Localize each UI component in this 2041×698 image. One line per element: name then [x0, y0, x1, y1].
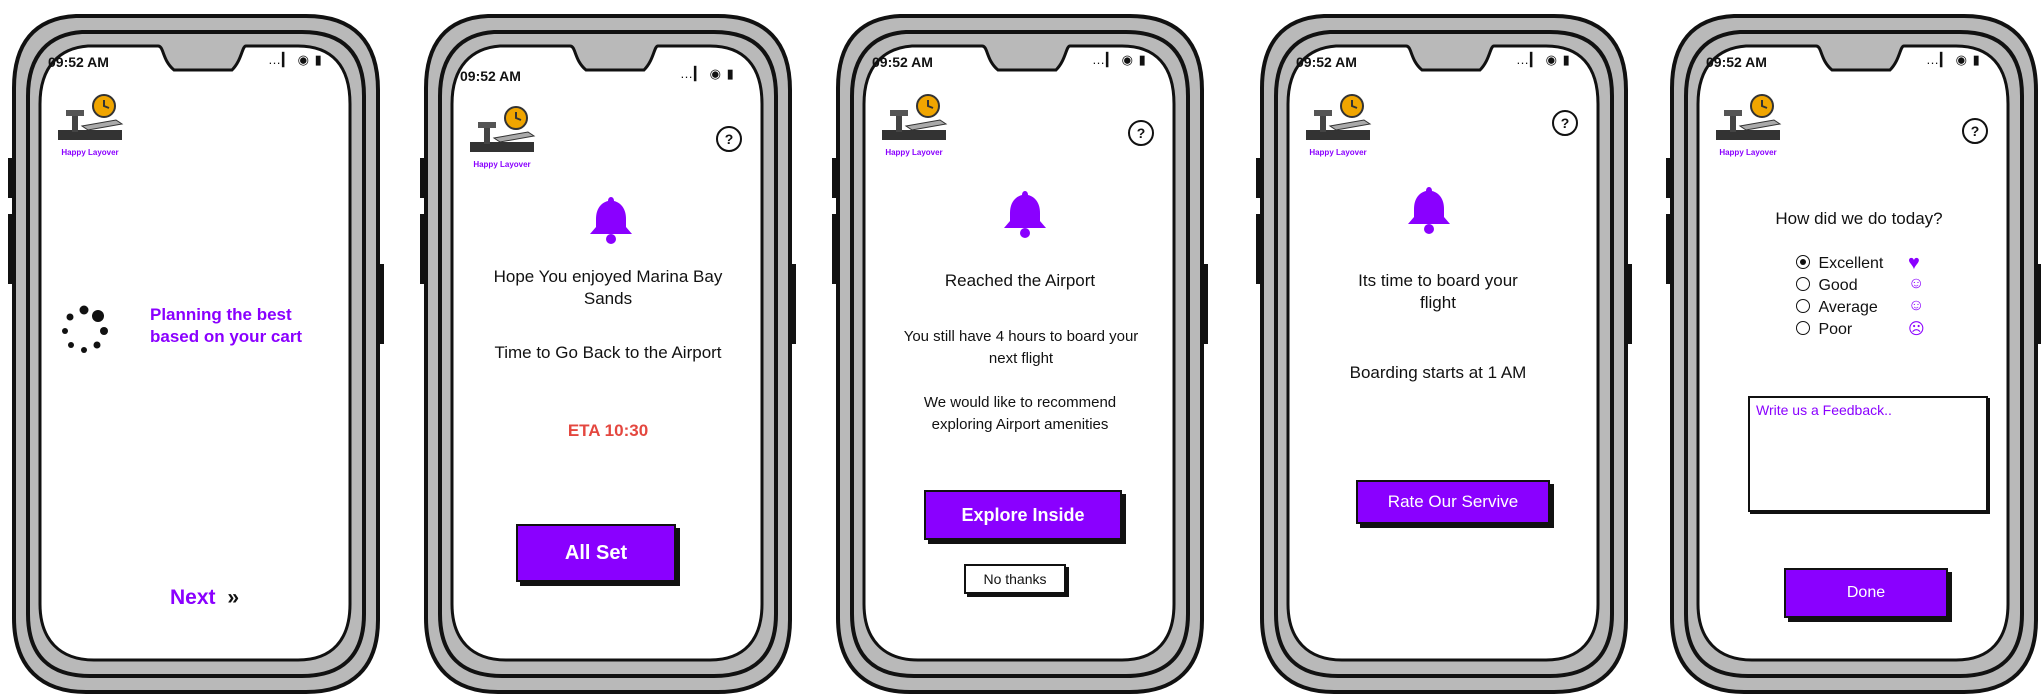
planning-text: Planning the best based on your cart [150, 305, 303, 346]
airport-logo-icon [1716, 94, 1782, 140]
message-line-2: Time to Go Back to the Airport [494, 343, 722, 362]
feedback-textarea[interactable]: Write us a Feedback.. [1748, 396, 1988, 512]
smile-icon: ☺ [1908, 275, 1925, 292]
status-icons: …▎ ◉ ▮ [1092, 52, 1147, 67]
no-thanks-button[interactable]: No thanks [964, 564, 1066, 594]
logo-text: Happy Layover [1719, 148, 1777, 157]
help-icon[interactable]: ? [1552, 110, 1578, 136]
eta-text: ETA 10:30 [567, 421, 649, 440]
phone-3: 09:52 AM …▎ ◉ ▮ Happy Layover ? Reached … [830, 8, 1210, 696]
airport-logo-icon [58, 94, 124, 140]
rating-option-label: Good [1818, 277, 1858, 294]
radio-icon[interactable] [1796, 277, 1810, 291]
app-logo: Happy Layover [52, 92, 128, 162]
message-line-2: Boarding starts at 1 AM [1349, 363, 1527, 382]
feedback-placeholder: Write us a Feedback.. [1756, 402, 1892, 418]
status-time: 09:52 AM [1296, 54, 1357, 70]
app-logo: Happy Layover [876, 92, 952, 162]
bell-icon [1002, 188, 1048, 238]
status-icons: …▎ ◉ ▮ [268, 52, 323, 67]
message-line-1: Reached the Airport [944, 271, 1096, 290]
double-chevron-right-icon: » [227, 586, 240, 609]
rating-option-poor[interactable]: Poor ☹ [1796, 320, 1956, 342]
bell-icon [1406, 184, 1452, 234]
status-time: 09:52 AM [460, 68, 521, 84]
done-button[interactable]: Done [1784, 568, 1948, 618]
sad-face-icon: ☹ [1908, 321, 1925, 338]
status-icons: …▎ ◉ ▮ [1926, 52, 1981, 67]
help-icon[interactable]: ? [716, 126, 742, 152]
message-line-2: You still have 4 hours to board your nex… [903, 328, 1139, 367]
all-set-button[interactable]: All Set [516, 524, 676, 582]
neutral-face-icon: ☺ [1908, 297, 1925, 314]
message-line-3: We would like to recommend exploring Air… [923, 394, 1117, 433]
phone-2: 09:52 AM …▎ ◉ ▮ Happy Layover ? Hope You… [418, 8, 798, 696]
explore-inside-button[interactable]: Explore Inside [924, 490, 1122, 540]
heart-icon: ♥ [1908, 252, 1920, 274]
phone-1: 09:52 AM …▎ ◉ ▮ Happy Layover Planning t… [6, 8, 386, 696]
rating-option-label: Excellent [1818, 255, 1884, 272]
rate-service-button[interactable]: Rate Our Servive [1356, 480, 1550, 524]
radio-icon[interactable] [1796, 321, 1810, 335]
rating-option-average[interactable]: Average ☺ [1796, 297, 1956, 320]
status-icons: …▎ ◉ ▮ [1516, 52, 1571, 67]
logo-text: Happy Layover [1309, 148, 1367, 157]
rating-option-good[interactable]: Good ☺ [1796, 275, 1956, 298]
airport-logo-icon [882, 94, 948, 140]
app-logo: Happy Layover [1300, 92, 1376, 162]
help-icon[interactable]: ? [1962, 118, 1988, 144]
message-line-1: Its time to board your flight [1358, 271, 1518, 312]
bell-icon [588, 194, 634, 244]
rating-option-excellent[interactable]: Excellent ♥ [1796, 252, 1956, 276]
message-line-1: Hope You enjoyed Marina Bay Sands [493, 267, 723, 308]
status-time: 09:52 AM [48, 54, 109, 70]
radio-selected-icon[interactable] [1796, 255, 1810, 269]
rating-options: Excellent ♥ Good ☺ Average ☺ Poor ☹ [1796, 252, 1956, 342]
airport-logo-icon [470, 106, 536, 152]
next-label: Next [170, 586, 216, 609]
logo-text: Happy Layover [885, 148, 943, 157]
rating-option-label: Poor [1818, 321, 1853, 338]
rating-option-label: Average [1818, 299, 1878, 316]
next-button[interactable]: Next » [170, 586, 239, 610]
status-icons: …▎ ◉ ▮ [680, 66, 735, 81]
phone-5: 09:52 AM …▎ ◉ ▮ Happy Layover ? How did … [1664, 8, 2041, 696]
status-time: 09:52 AM [872, 54, 933, 70]
status-time: 09:52 AM [1706, 54, 1767, 70]
app-logo: Happy Layover [464, 104, 540, 174]
help-icon[interactable]: ? [1128, 120, 1154, 146]
logo-text: Happy Layover [61, 148, 119, 157]
logo-text: Happy Layover [473, 160, 531, 169]
app-logo: Happy Layover [1710, 92, 1786, 162]
radio-icon[interactable] [1796, 299, 1810, 313]
loading-spinner-icon [58, 304, 110, 356]
phone-4: 09:52 AM …▎ ◉ ▮ Happy Layover ? Its time… [1254, 8, 1634, 696]
rating-question: How did we do today? [1775, 209, 1943, 228]
airport-logo-icon [1306, 94, 1372, 140]
